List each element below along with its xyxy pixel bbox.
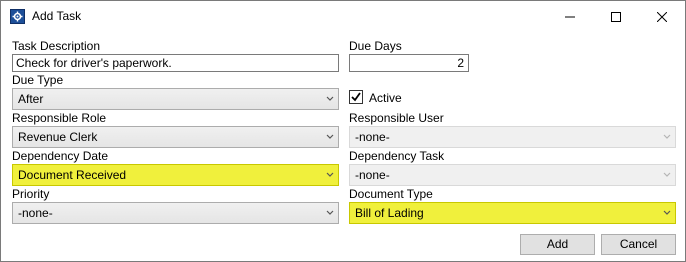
minimize-icon: [565, 16, 575, 17]
responsible-role-value: Revenue Clerk: [18, 130, 98, 144]
due-type-label: Due Type: [12, 73, 64, 87]
add-task-window: Add Task Task Description Check for driv…: [0, 0, 686, 262]
checkmark-icon: [351, 92, 361, 102]
maximize-icon: [611, 11, 621, 22]
priority-value: -none-: [18, 206, 53, 220]
document-type-value: Bill of Lading: [355, 206, 424, 220]
task-description-input[interactable]: Check for driver's paperwork.: [12, 54, 339, 72]
due-type-value: After: [18, 92, 44, 106]
active-checkbox[interactable]: [349, 90, 363, 104]
close-button[interactable]: [639, 1, 685, 32]
maximize-button[interactable]: [593, 1, 639, 32]
add-button[interactable]: Add: [520, 234, 595, 255]
responsible-user-select[interactable]: -none-: [349, 126, 676, 148]
due-days-label: Due Days: [349, 39, 402, 53]
task-description-label: Task Description: [12, 39, 101, 53]
priority-select[interactable]: -none-: [12, 202, 339, 224]
chevron-down-icon: [326, 96, 334, 101]
chevron-down-icon: [326, 210, 334, 215]
responsible-user-label: Responsible User: [349, 111, 444, 125]
dependency-date-label: Dependency Date: [12, 149, 109, 163]
cancel-button[interactable]: Cancel: [601, 234, 676, 255]
minimize-button[interactable]: [547, 1, 593, 32]
title-bar[interactable]: Add Task: [1, 1, 685, 32]
window-title: Add Task: [32, 9, 82, 23]
document-type-label: Document Type: [349, 187, 433, 201]
responsible-user-value: -none-: [355, 130, 390, 144]
responsible-role-label: Responsible Role: [12, 111, 107, 125]
dependency-date-select[interactable]: Document Received: [12, 164, 339, 186]
dependency-date-value: Document Received: [18, 168, 127, 182]
gear-icon: [10, 9, 25, 24]
close-icon: [657, 11, 667, 22]
chevron-down-icon: [663, 134, 671, 139]
due-type-select[interactable]: After: [12, 88, 339, 110]
chevron-down-icon: [326, 134, 334, 139]
priority-label: Priority: [12, 187, 50, 201]
active-label: Active: [369, 91, 402, 105]
document-type-select[interactable]: Bill of Lading: [349, 202, 676, 224]
dependency-task-value: -none-: [355, 168, 390, 182]
chevron-down-icon: [663, 210, 671, 215]
chevron-down-icon: [326, 172, 334, 177]
responsible-role-select[interactable]: Revenue Clerk: [12, 126, 339, 148]
dependency-task-label: Dependency Task: [349, 149, 445, 163]
due-days-input[interactable]: 2: [349, 54, 469, 72]
dependency-task-select[interactable]: -none-: [349, 164, 676, 186]
chevron-down-icon: [663, 172, 671, 177]
